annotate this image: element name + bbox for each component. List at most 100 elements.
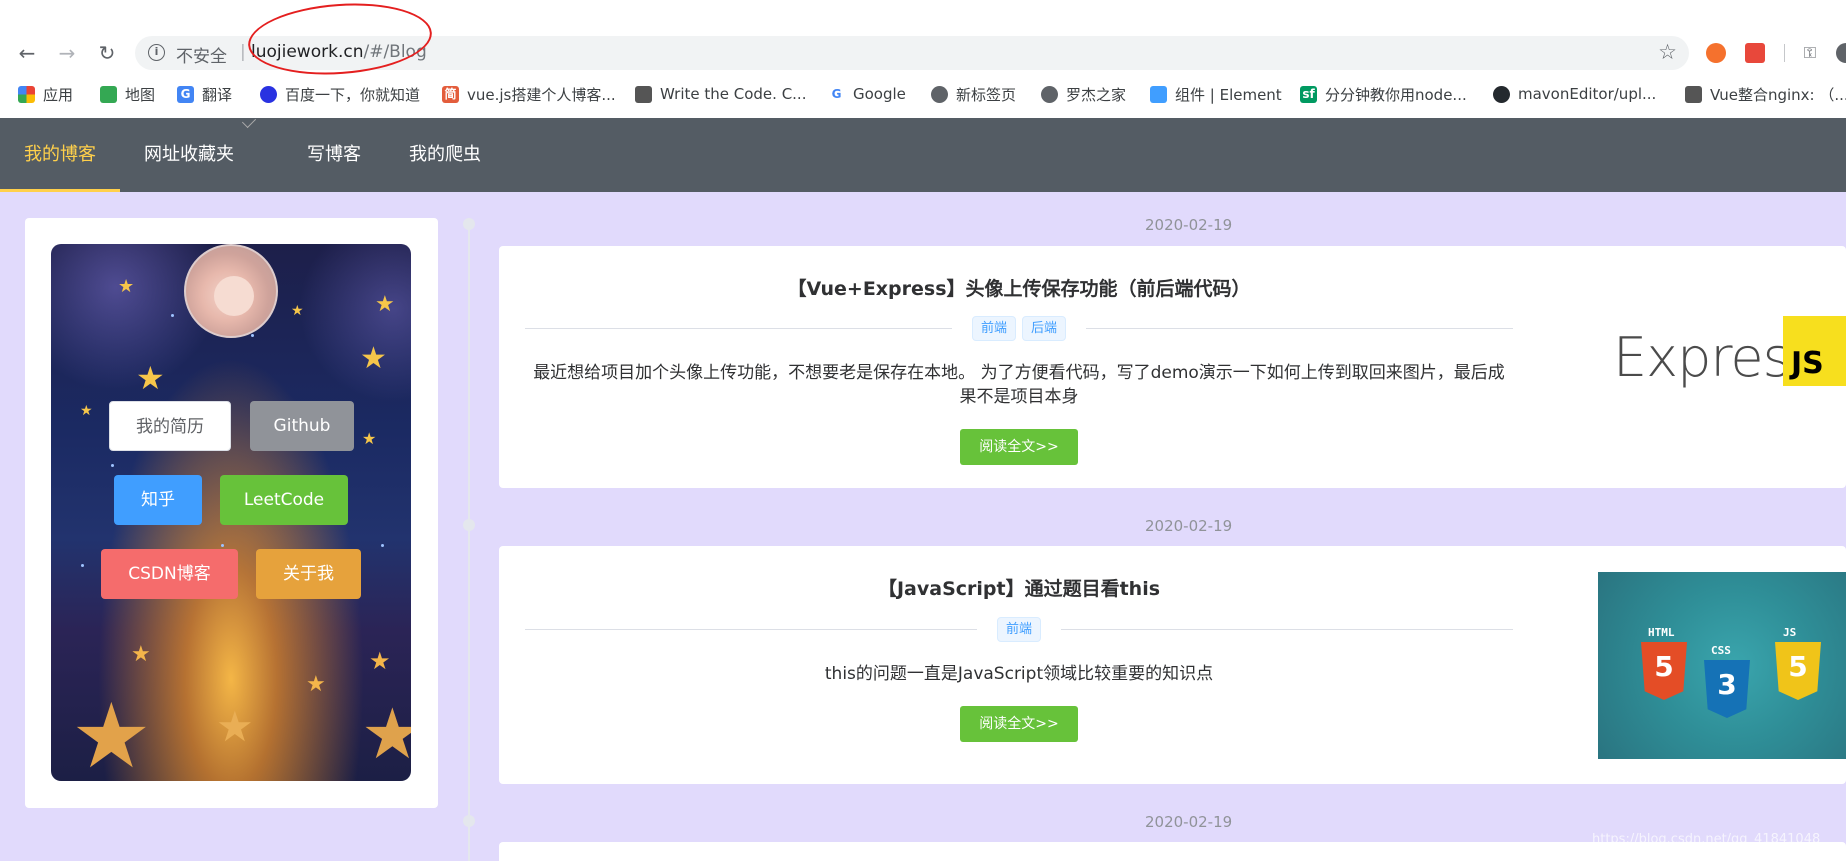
tag-frontend[interactable]: 前端 bbox=[996, 617, 1041, 642]
bookmark-label: Google bbox=[853, 85, 906, 103]
bookmark-label: 应用 bbox=[43, 85, 74, 104]
bookmark-apps[interactable]: 应用 bbox=[18, 83, 73, 105]
google-icon: G bbox=[828, 85, 845, 103]
timeline-line bbox=[468, 218, 470, 861]
post-title[interactable]: 【Vue+Express】头像上传保存功能（前后端代码） bbox=[525, 274, 1513, 301]
bookmark-baidu[interactable]: 百度一下，你就知道 bbox=[260, 83, 420, 105]
watermark: https://blog.csdn.net/qq_41841048 bbox=[1592, 832, 1821, 847]
star-decoration: ★ bbox=[71, 684, 152, 782]
sparkle-dot bbox=[221, 544, 224, 547]
sparkle-dot bbox=[251, 334, 254, 337]
sparkle-dot bbox=[81, 564, 84, 567]
post-thumbnail[interactable]: HTML CSS JS 5 3 5 bbox=[1598, 572, 1846, 759]
bookmark-segmentfault[interactable]: sf 分分钟教你用node... bbox=[1300, 83, 1467, 105]
bookmark-label: mavonEditor/upl... bbox=[1518, 85, 1657, 103]
js-label: JS bbox=[1783, 626, 1797, 639]
tag-frontend[interactable]: 前端 bbox=[971, 316, 1016, 341]
sf-icon: sf bbox=[1300, 85, 1317, 103]
extension-red-cube-icon[interactable] bbox=[1745, 43, 1765, 63]
leetcode-button[interactable]: LeetCode bbox=[220, 475, 348, 525]
bookmark-label: Vue整合nginx: （... bbox=[1710, 85, 1846, 104]
nav-write-blog[interactable]: 写博客 bbox=[290, 118, 378, 192]
js-badge-text: JS bbox=[1791, 346, 1824, 381]
star-decoration: ★ bbox=[361, 693, 411, 775]
translate-icon: G bbox=[177, 85, 194, 103]
star-decoration: ★ bbox=[362, 429, 377, 448]
avatar bbox=[184, 244, 278, 338]
star-decoration: ★ bbox=[306, 672, 326, 697]
html5-shield-icon: 5 bbox=[1641, 642, 1687, 700]
bookmark-maps[interactable]: 地图 bbox=[100, 83, 155, 105]
zhihu-button[interactable]: 知乎 bbox=[114, 475, 202, 525]
star-decoration: ★ bbox=[360, 341, 387, 376]
read-more-button[interactable]: 阅读全文>> bbox=[960, 706, 1078, 742]
tag-group: 前端 bbox=[976, 617, 1061, 642]
post-card: 【Vue+Express】头像上传保存功能（前后端代码） 前端 后端 最近想给项… bbox=[499, 246, 1846, 488]
site-navbar: 我的博客 网址收藏夹 写博客 我的爬虫 bbox=[0, 118, 1846, 192]
js-badge: JS bbox=[1783, 316, 1846, 386]
key-icon[interactable]: ⚿ bbox=[1800, 43, 1820, 63]
info-icon[interactable]: i bbox=[148, 44, 165, 61]
bookmark-write-the-code[interactable]: Write the Code. C... bbox=[635, 83, 806, 105]
nav-bookmarks[interactable]: 网址收藏夹 bbox=[126, 118, 252, 192]
github-icon bbox=[1493, 85, 1510, 103]
forward-arrow-icon[interactable]: → bbox=[56, 42, 78, 64]
bookmark-label: 新标签页 bbox=[956, 85, 1017, 104]
post-thumbnail[interactable]: Express JS bbox=[1613, 316, 1846, 406]
nav-my-blog[interactable]: 我的博客 bbox=[0, 118, 120, 192]
bookmark-new-tab[interactable]: 新标签页 bbox=[931, 83, 1016, 105]
post-date: 2020-02-19 bbox=[1145, 216, 1233, 234]
star-decoration: ★ bbox=[136, 359, 165, 397]
bookmark-label: Write the Code. C... bbox=[660, 85, 807, 103]
post-title[interactable]: 【JavaScript】通过题目看this bbox=[525, 574, 1513, 601]
resume-button[interactable]: 我的简历 bbox=[109, 401, 231, 451]
post-tags: 前端 bbox=[525, 617, 1513, 642]
reload-icon[interactable]: ↻ bbox=[96, 42, 118, 64]
apps-grid-icon bbox=[18, 85, 35, 103]
bookmark-label: 罗杰之家 bbox=[1066, 85, 1127, 104]
bookmark-google[interactable]: G Google bbox=[828, 83, 906, 105]
post-date: 2020-02-19 bbox=[1145, 813, 1233, 831]
vue-icon bbox=[1685, 85, 1702, 103]
tag-group: 前端 后端 bbox=[951, 316, 1087, 341]
bookmark-luojie-home[interactable]: 罗杰之家 bbox=[1041, 83, 1126, 105]
bookmark-jianshu[interactable]: 简 vue.js搭建个人博客... bbox=[442, 83, 616, 105]
globe-icon bbox=[1041, 85, 1058, 103]
globe-icon bbox=[931, 85, 948, 103]
security-label: 不安全 bbox=[176, 47, 227, 67]
bookmark-star-icon[interactable]: ☆ bbox=[1658, 40, 1677, 64]
bookmark-element[interactable]: 组件 | Element bbox=[1150, 83, 1282, 105]
about-me-button[interactable]: 关于我 bbox=[256, 549, 361, 599]
star-decoration: ★ bbox=[216, 702, 254, 751]
back-arrow-icon[interactable]: ← bbox=[16, 42, 38, 64]
post-tags: 前端 后端 bbox=[525, 316, 1513, 341]
bookmark-label: 组件 | Element bbox=[1175, 85, 1282, 104]
bookmarks-bar: 应用 地图 G 翻译 百度一下，你就知道 简 vue.js搭建个人博客... W… bbox=[0, 78, 1846, 110]
nav-my-crawler[interactable]: 我的爬虫 bbox=[400, 118, 490, 192]
jian-icon: 简 bbox=[442, 85, 459, 103]
read-more-button[interactable]: 阅读全文>> bbox=[960, 429, 1078, 465]
star-decoration: ★ bbox=[118, 276, 135, 297]
profile-avatar-icon[interactable] bbox=[1836, 43, 1846, 63]
bookmark-mavoneditor[interactable]: mavonEditor/upl... bbox=[1493, 83, 1656, 105]
element-icon bbox=[1150, 85, 1167, 103]
css3-shield-icon: 3 bbox=[1704, 660, 1750, 718]
bookmark-label: 分分钟教你用node... bbox=[1325, 85, 1467, 104]
bookmark-translate[interactable]: G 翻译 bbox=[177, 83, 232, 105]
github-button[interactable]: Github bbox=[250, 401, 354, 451]
sparkle-dot bbox=[171, 314, 174, 317]
star-decoration: ★ bbox=[369, 647, 391, 675]
post-card: 【JavaScript】通过题目看this 前端 this的问题一直是JavaS… bbox=[499, 546, 1846, 784]
timeline-dot bbox=[463, 815, 475, 827]
browser-chrome: ← → ↻ i 不安全 | luojiework.cn/#/Blog ☆ ⚿ 应… bbox=[0, 0, 1846, 118]
sparkle-dot bbox=[381, 544, 384, 547]
html-label: HTML bbox=[1648, 626, 1675, 639]
post-summary: this的问题一直是JavaScript领域比较重要的知识点 bbox=[824, 664, 1214, 684]
tag-backend[interactable]: 后端 bbox=[1022, 316, 1067, 341]
extension-orange-icon[interactable] bbox=[1706, 43, 1726, 63]
maps-icon bbox=[100, 85, 117, 103]
csdn-button[interactable]: CSDN博客 bbox=[101, 549, 238, 599]
post-date: 2020-02-19 bbox=[1145, 517, 1233, 535]
bookmark-vue-nginx[interactable]: Vue整合nginx: （... bbox=[1685, 83, 1846, 105]
bookmark-label: vue.js搭建个人博客... bbox=[467, 85, 616, 104]
